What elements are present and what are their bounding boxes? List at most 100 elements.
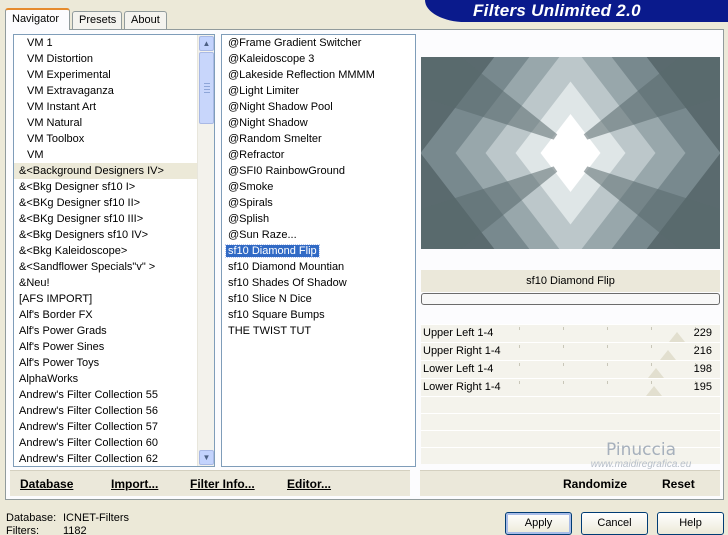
editor-button[interactable]: Editor... <box>287 477 331 491</box>
help-button[interactable]: Help <box>657 512 724 535</box>
filter-item[interactable]: @Smoke <box>222 179 415 195</box>
filter-item-label: @Kaleidoscope 3 <box>228 53 315 65</box>
watermark-name: Pinuccia <box>606 440 676 460</box>
category-item[interactable]: VM Experimental <box>14 67 214 83</box>
right-toolbar: Randomize Reset <box>420 470 720 496</box>
filter-item[interactable]: @Refractor <box>222 147 415 163</box>
category-list[interactable]: VM 1 VM Distortion VM Experimental VM Extra… <box>13 34 215 467</box>
slider-row[interactable]: Lower Left 1-4 198 <box>421 360 720 378</box>
category-item[interactable]: Andrew's Filter Collection 55 <box>14 387 214 403</box>
slider-label: Lower Right 1-4 <box>423 381 501 393</box>
category-item[interactable]: &<Bkg Designers sf10 IV> <box>14 227 214 243</box>
category-item[interactable]: Alf's Power Sines <box>14 339 214 355</box>
filter-item-label: @Splish <box>228 213 270 225</box>
category-item[interactable]: Andrew's Filter Collection 56 <box>14 403 214 419</box>
slider-thumb[interactable] <box>660 350 677 360</box>
slider-row[interactable]: Lower Right 1-4 195 <box>421 378 720 396</box>
filter-item-label: @Spirals <box>228 197 273 209</box>
scroll-down-button[interactable]: ▼ <box>199 450 214 465</box>
category-item[interactable]: &<Bkg Kaleidoscope> <box>14 243 214 259</box>
title-banner: Filters Unlimited 2.0 <box>425 0 728 22</box>
selected-filter-name: sf10 Diamond Flip <box>421 270 720 292</box>
cancel-button[interactable]: Cancel <box>581 512 648 535</box>
category-item[interactable]: &<BKg Designer sf10 III> <box>14 211 214 227</box>
category-item[interactable]: &<Bkg Designer sf10 I> <box>14 179 214 195</box>
filter-item[interactable]: sf10 Square Bumps <box>222 307 415 323</box>
filter-item-label: @Random Smelter <box>228 133 322 145</box>
category-item[interactable]: &<BKg Designer sf10 II> <box>14 195 214 211</box>
filter-item[interactable]: @Frame Gradient Switcher <box>222 35 415 51</box>
filter-list[interactable]: @Frame Gradient Switcher @Kaleidoscope 3 @… <box>221 34 416 467</box>
slider-value: 198 <box>693 363 712 375</box>
filter-info-button[interactable]: Filter Info... <box>190 477 255 491</box>
database-info: Database: ICNET-Filters Filters: 1182 <box>6 512 129 535</box>
slider-track[interactable] <box>519 380 697 396</box>
category-item[interactable]: VM 1 <box>14 35 214 51</box>
category-item[interactable]: VM Extravaganza <box>14 83 214 99</box>
category-scrollbar[interactable]: ▲ ▼ <box>197 35 214 466</box>
filter-item-label: sf10 Diamond Mountian <box>228 261 345 273</box>
slider-track[interactable] <box>519 326 697 342</box>
category-item[interactable]: Andrew's Filter Collection 57 <box>14 419 214 435</box>
scroll-up-button[interactable]: ▲ <box>199 36 214 51</box>
category-item[interactable]: Alf's Border FX <box>14 307 214 323</box>
slider-thumb[interactable] <box>645 386 662 396</box>
filter-item-label: sf10 Slice N Dice <box>228 293 312 305</box>
category-item[interactable]: VM Instant Art <box>14 99 214 115</box>
scroll-thumb[interactable] <box>199 52 214 124</box>
filter-item[interactable]: sf10 Diamond Flip <box>222 243 415 259</box>
slider-thumb[interactable] <box>669 332 686 342</box>
filter-item-label: THE TWIST TUT <box>228 325 312 337</box>
filter-item[interactable]: @Spirals <box>222 195 415 211</box>
tab-presets[interactable]: Presets <box>72 11 122 29</box>
slider-value: 229 <box>693 327 712 339</box>
category-item[interactable]: VM Distortion <box>14 51 214 67</box>
filter-item[interactable]: @Night Shadow Pool <box>222 99 415 115</box>
filter-item[interactable]: @Sun Raze... <box>222 227 415 243</box>
filters-count-value: 1182 <box>63 525 87 535</box>
filter-item[interactable]: @Splish <box>222 211 415 227</box>
apply-button[interactable]: Apply <box>505 512 572 535</box>
category-item[interactable]: VM Natural <box>14 115 214 131</box>
import-button[interactable]: Import... <box>111 477 158 491</box>
slider-track[interactable] <box>519 344 697 360</box>
category-item[interactable]: &Neu! <box>14 275 214 291</box>
filter-item[interactable]: sf10 Slice N Dice <box>222 291 415 307</box>
filter-item[interactable]: @SFI0 RainbowGround <box>222 163 415 179</box>
category-item[interactable]: Andrew's Filter Collection 60 <box>14 435 214 451</box>
filter-item[interactable]: sf10 Diamond Mountian <box>222 259 415 275</box>
filter-item-label: sf10 Shades Of Shadow <box>228 277 347 289</box>
tab-navigator[interactable]: Navigator <box>5 8 70 30</box>
filter-item-label: @Night Shadow Pool <box>228 101 333 113</box>
slider-thumb[interactable] <box>647 368 664 378</box>
empty-slider-slot <box>421 413 720 430</box>
app-title: Filters Unlimited 2.0 <box>473 1 641 20</box>
category-item[interactable]: VM <box>14 147 214 163</box>
reset-button[interactable]: Reset <box>662 477 695 491</box>
category-item[interactable]: &<Background Designers IV> <box>14 163 214 179</box>
category-item[interactable]: Alf's Power Grads <box>14 323 214 339</box>
category-item[interactable]: &<Sandflower Specials"v" > <box>14 259 214 275</box>
category-item[interactable]: [AFS IMPORT] <box>14 291 214 307</box>
filter-item-label: @Frame Gradient Switcher <box>228 37 362 49</box>
filter-item[interactable]: @Light Limiter <box>222 83 415 99</box>
tab-about[interactable]: About <box>124 11 167 29</box>
slider-track[interactable] <box>519 362 697 378</box>
filter-item[interactable]: sf10 Shades Of Shadow <box>222 275 415 291</box>
category-item[interactable]: AlphaWorks <box>14 371 214 387</box>
filter-item[interactable]: @Night Shadow <box>222 115 415 131</box>
category-item[interactable]: Alf's Power Toys <box>14 355 214 371</box>
randomize-button[interactable]: Randomize <box>563 477 627 491</box>
filter-item-label: @Sun Raze... <box>228 229 297 241</box>
database-button[interactable]: Database <box>20 477 73 491</box>
filter-item[interactable]: @Lakeside Reflection MMMM <box>222 67 415 83</box>
filter-item[interactable]: THE TWIST TUT <box>222 323 415 339</box>
category-item[interactable]: Andrew's Filter Collection 62 <box>14 451 214 466</box>
slider-row[interactable]: Upper Left 1-4 229 <box>421 324 720 342</box>
slider-value: 195 <box>693 381 712 393</box>
filter-item[interactable]: @Random Smelter <box>222 131 415 147</box>
category-item[interactable]: VM Toolbox <box>14 131 214 147</box>
filter-item[interactable]: @Kaleidoscope 3 <box>222 51 415 67</box>
slider-row[interactable]: Upper Right 1-4 216 <box>421 342 720 360</box>
left-toolbar: Database Import... Filter Info... Editor… <box>10 470 410 496</box>
